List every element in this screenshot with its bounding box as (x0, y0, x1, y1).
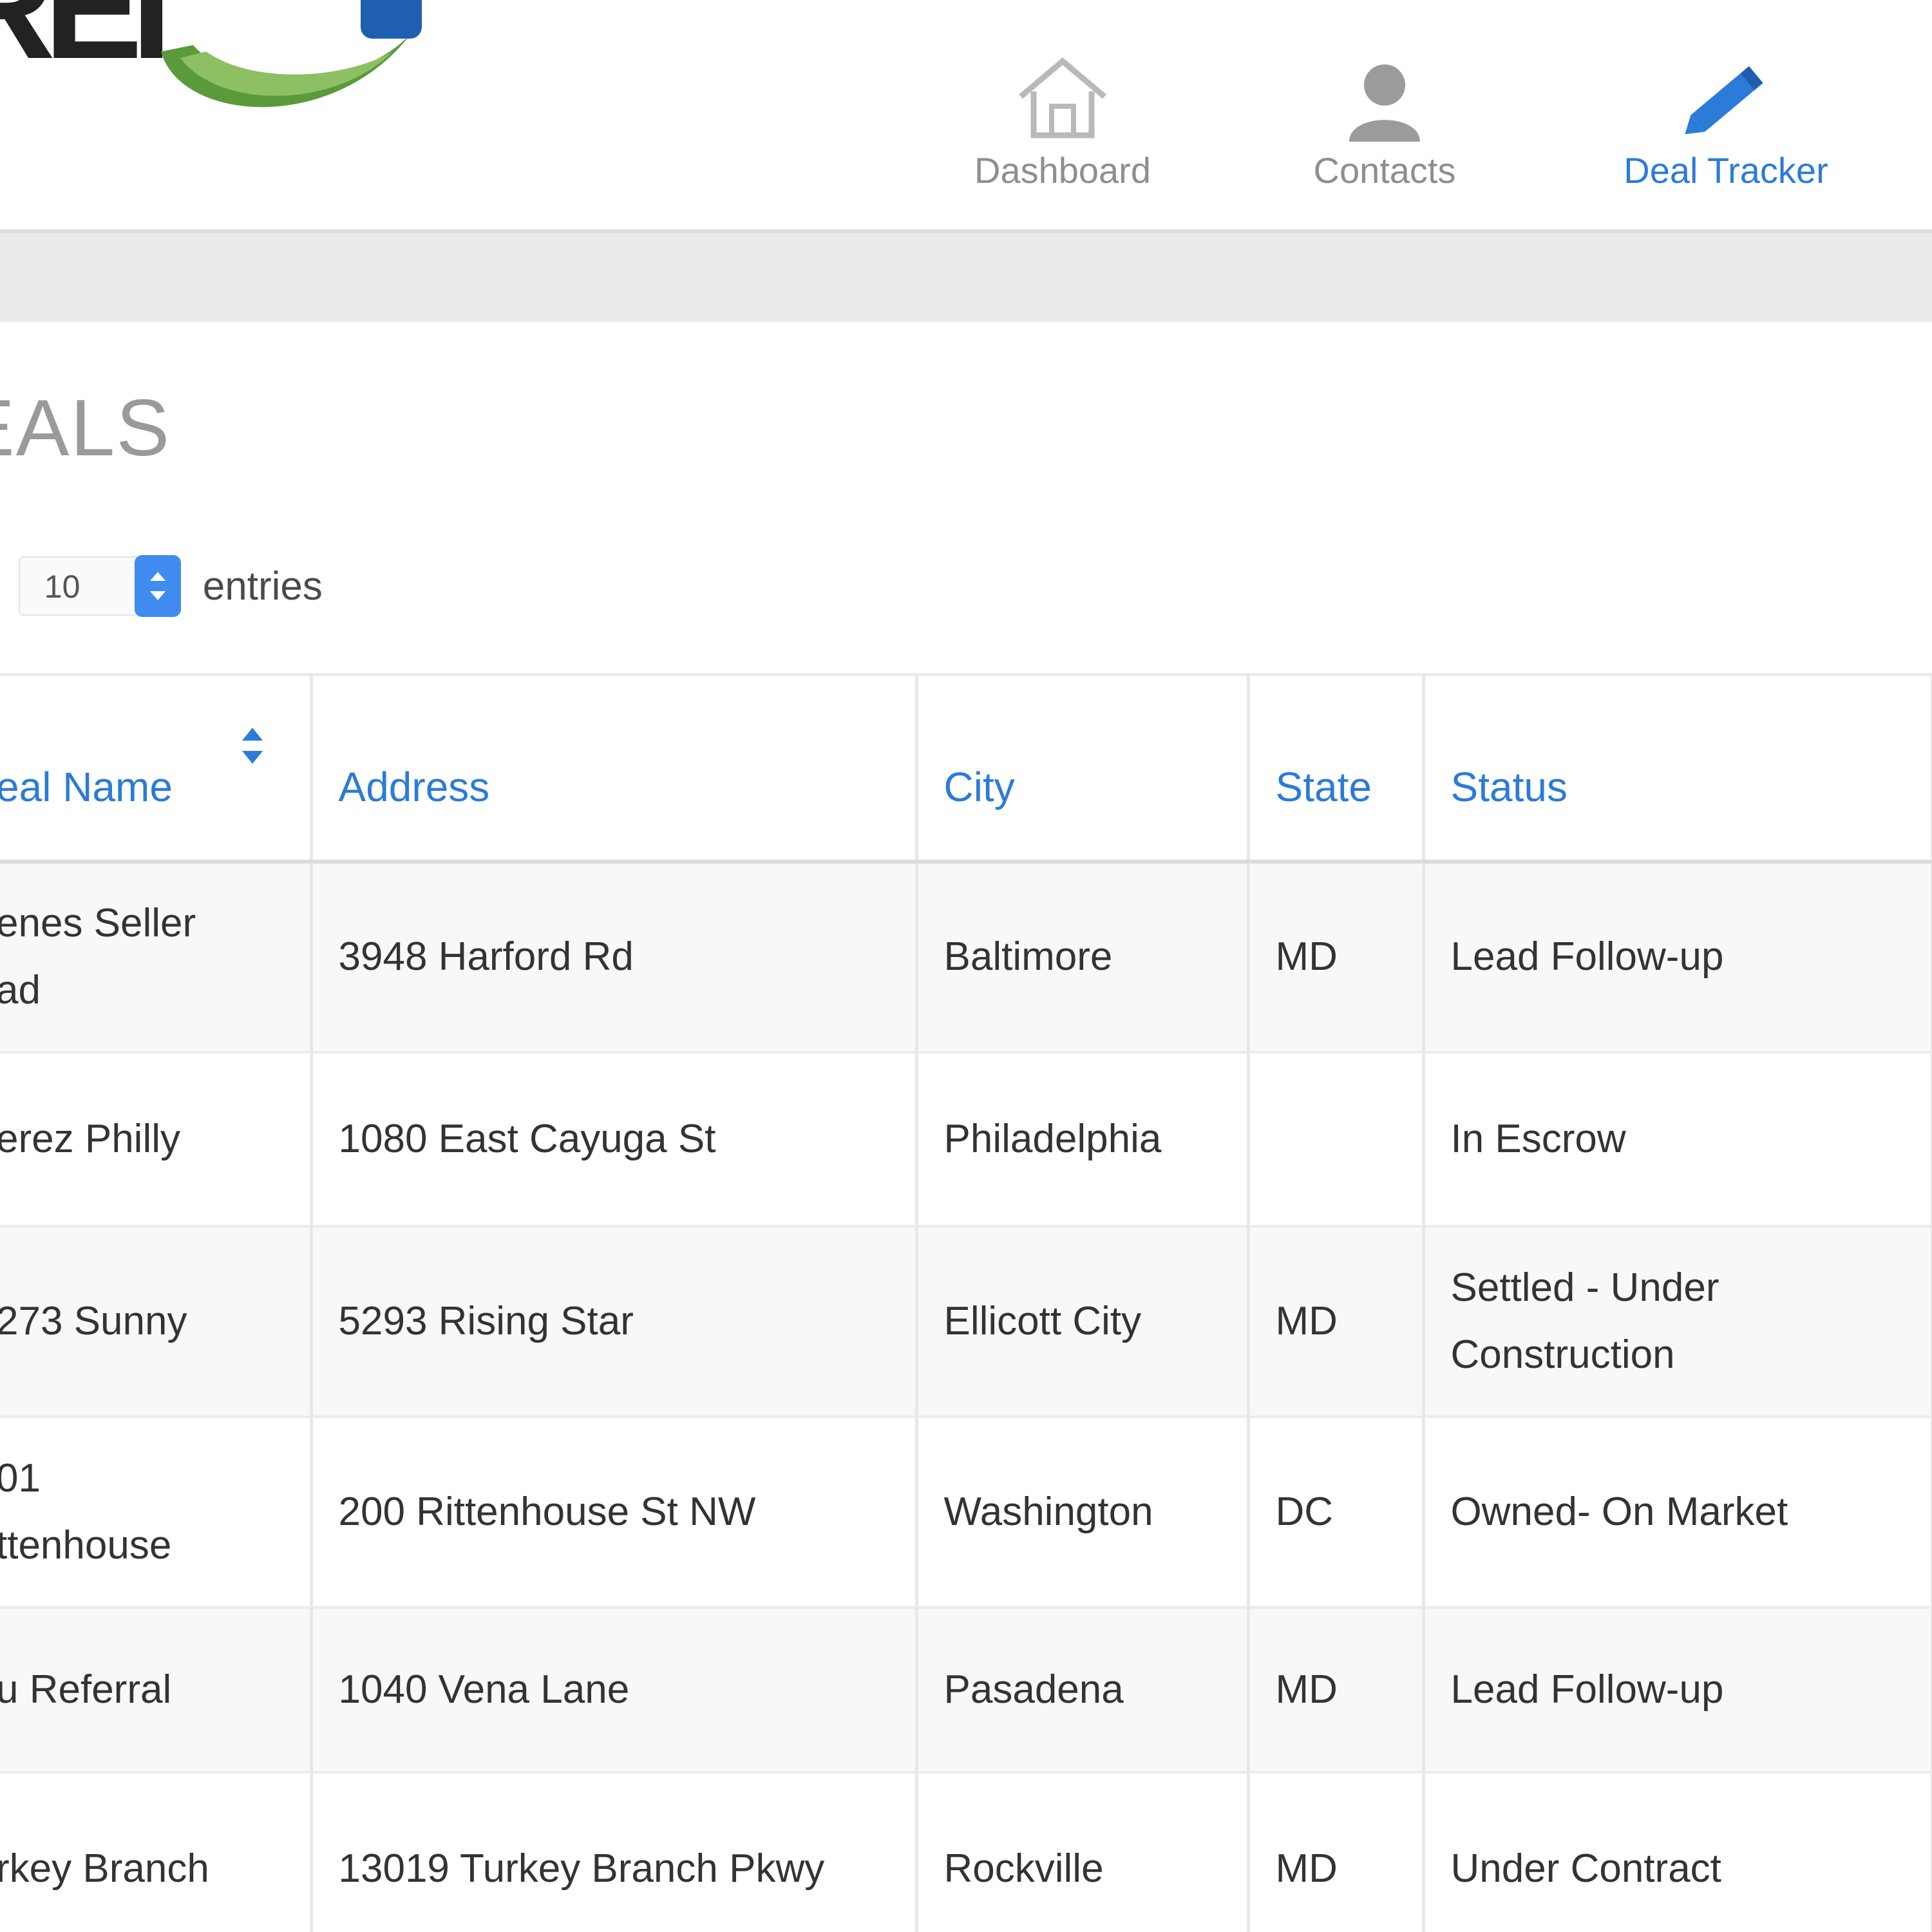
table-body: enes Seller ad 3948 Harford Rd Baltimore… (0, 861, 1932, 1932)
nav-deal-tracker-label: Deal Tracker (1624, 150, 1828, 191)
city-cell: Baltimore (916, 861, 1250, 1054)
city-cell: Washington (916, 1416, 1250, 1609)
table-row[interactable]: erez Philly 1080 East Cayuga St Philadel… (0, 1052, 1932, 1227)
column-header-state[interactable]: State (1248, 673, 1425, 864)
table-header: eal Name Address City State Status (0, 673, 1932, 864)
toolbar-band (0, 229, 1932, 322)
address-cell: 200 Rittenhouse St NW (311, 1416, 918, 1609)
deal-name-cell[interactable]: u Referral (0, 1607, 313, 1774)
deal-name-line: u Referral (0, 1667, 172, 1712)
city-cell: Pasadena (916, 1607, 1250, 1774)
status-cell: Under Contract (1423, 1772, 1932, 1932)
state-cell: MD (1248, 1772, 1425, 1932)
deal-name-line: rkey Branch (0, 1846, 209, 1891)
entries-length-control: w 10 entries (0, 554, 323, 618)
deal-name-line: enes Seller (0, 901, 196, 945)
deal-name-line: 01 (0, 1455, 41, 1501)
table-row[interactable]: 01 ttenhouse 200 Rittenhouse St NW Washi… (0, 1416, 1932, 1609)
table-row[interactable]: rkey Branch 13019 Turkey Branch Pkwy Roc… (0, 1772, 1932, 1932)
address-cell: 13019 Turkey Branch Pkwy (311, 1772, 918, 1932)
state-cell: MD (1248, 861, 1425, 1054)
app-header: REI Dashboard Contacts (0, 0, 1932, 229)
address-cell: 1040 Vena Lane (311, 1607, 918, 1774)
column-label: City (943, 764, 1015, 811)
address-cell: 3948 Harford Rd (311, 861, 918, 1054)
city-cell: Philadelphia (916, 1052, 1250, 1227)
city-cell: Rockville (916, 1772, 1250, 1932)
deal-name-line: ad (0, 968, 41, 1012)
user-icon (1349, 64, 1420, 142)
table-row[interactable]: 273 Sunny 5293 Rising Star Ellicott City… (0, 1226, 1932, 1418)
header-row: eal Name Address City State Status (0, 673, 1932, 864)
sort-icon (242, 728, 263, 764)
state-cell: MD (1248, 1226, 1425, 1418)
nav-contacts[interactable]: Contacts (1282, 52, 1488, 200)
deal-name-line: ttenhouse (0, 1522, 172, 1567)
nav-dashboard[interactable]: Dashboard (953, 52, 1172, 200)
deal-name-cell[interactable]: rkey Branch (0, 1772, 313, 1932)
state-cell (1248, 1052, 1425, 1227)
table-row[interactable]: enes Seller ad 3948 Harford Rd Baltimore… (0, 861, 1932, 1054)
status-cell: Lead Follow-up (1423, 861, 1932, 1054)
city-cell: Ellicott City (916, 1226, 1250, 1418)
pencil-icon (1685, 66, 1763, 135)
nav-dashboard-label: Dashboard (974, 150, 1151, 191)
state-cell: MD (1248, 1607, 1425, 1774)
table-row[interactable]: u Referral 1040 Vena Lane Pasadena MD Le… (0, 1607, 1932, 1774)
rei36-logo[interactable]: REI (0, 0, 483, 129)
deals-table: eal Name Address City State Status enes … (0, 673, 1932, 1932)
column-label: Address (338, 764, 490, 811)
status-cell: Lead Follow-up (1423, 1607, 1932, 1774)
column-header-status[interactable]: Status (1423, 673, 1932, 864)
deal-name-line: erez Philly (0, 1116, 180, 1161)
length-suffix-label: entries (202, 564, 323, 609)
nav-deal-tracker[interactable]: Deal Tracker (1597, 52, 1855, 200)
column-label: State (1275, 764, 1372, 811)
page-title: EALS (0, 384, 171, 473)
column-header-city[interactable]: City (916, 673, 1250, 864)
status-cell: Settled - Under Construction (1423, 1226, 1932, 1418)
deal-name-cell[interactable]: 273 Sunny (0, 1226, 313, 1418)
deal-name-line: 273 Sunny (0, 1298, 187, 1343)
deal-name-cell[interactable]: 01 ttenhouse (0, 1416, 313, 1609)
status-cell: Owned- On Market (1423, 1416, 1932, 1609)
svg-text:REI: REI (0, 0, 163, 90)
entries-per-page-value: 10 (44, 569, 80, 605)
column-label: eal Name (0, 764, 173, 811)
home-icon (1019, 57, 1106, 138)
status-cell: In Escrow (1423, 1052, 1932, 1227)
deal-name-cell[interactable]: enes Seller ad (0, 861, 313, 1054)
entries-per-page-select[interactable]: 10 (18, 555, 181, 617)
address-cell: 1080 East Cayuga St (311, 1052, 918, 1227)
column-header-address[interactable]: Address (311, 673, 1182, 864)
column-header-deal-name[interactable]: eal Name (0, 673, 313, 864)
deal-tracker-page: REI Dashboard Contacts (0, 0, 1932, 1932)
column-label: Status (1450, 764, 1567, 811)
nav-contacts-label: Contacts (1313, 150, 1456, 191)
address-cell: 5293 Rising Star (311, 1226, 918, 1418)
state-cell: DC (1248, 1416, 1425, 1609)
deal-name-cell[interactable]: erez Philly (0, 1052, 313, 1227)
select-arrows-icon (134, 555, 181, 617)
